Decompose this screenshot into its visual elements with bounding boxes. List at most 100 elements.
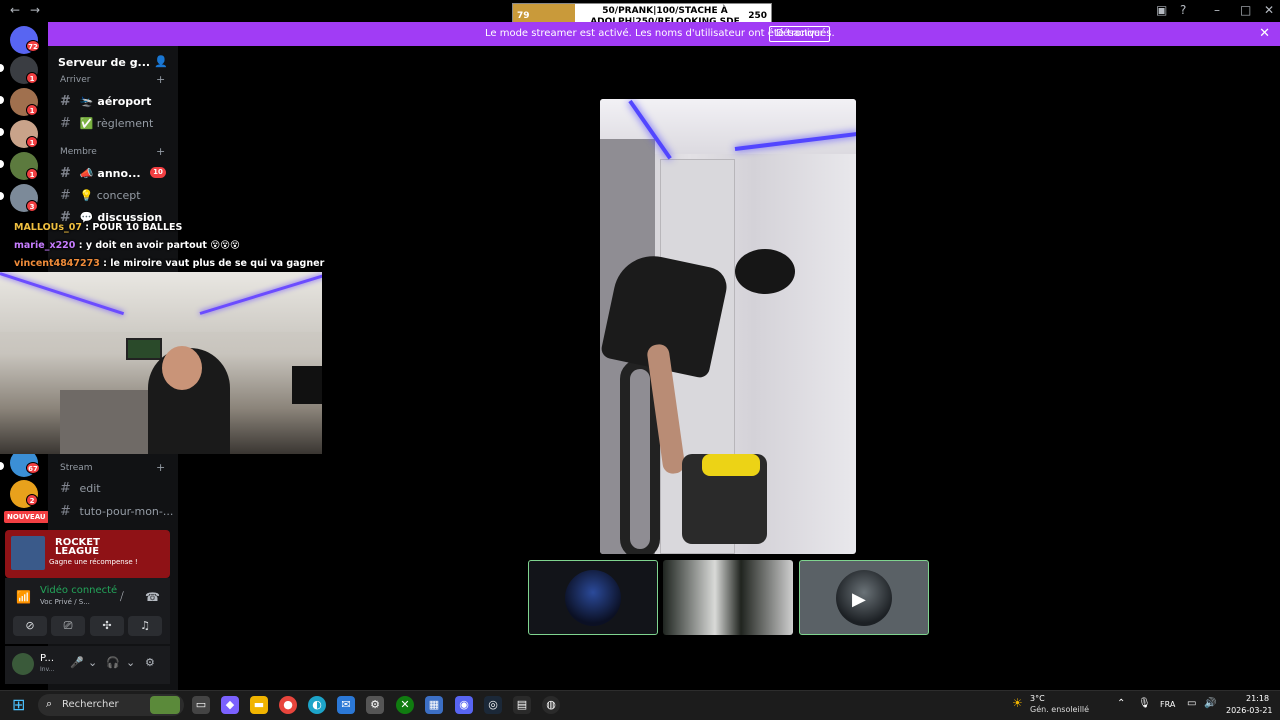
monitor-icon[interactable]: ▭ (1187, 698, 1196, 709)
hash-icon: # (60, 116, 71, 131)
disconnect-icon[interactable]: ☎ (145, 590, 160, 604)
clock-date[interactable]: 2026-03-21 (1226, 706, 1273, 715)
chevron-up-icon[interactable]: ⌃ (1117, 698, 1125, 709)
hash-icon: # (60, 166, 71, 181)
server-badge: 1 (26, 136, 38, 148)
copilot-icon[interactable]: ◆ (221, 696, 239, 714)
obs-icon[interactable]: ◍ (542, 696, 560, 714)
weather-icon[interactable]: ☀ (1012, 696, 1023, 710)
channel-edit[interactable]: # edit (60, 481, 101, 496)
settings-icon[interactable]: ⚙ (366, 696, 384, 714)
server-badge: 1 (26, 104, 38, 116)
user-name[interactable]: P... (40, 653, 54, 664)
store-icon[interactable]: ▦ (425, 696, 443, 714)
server-badge: 67 (26, 462, 40, 474)
category-arriver[interactable]: Arriver (60, 75, 90, 85)
maximize-icon[interactable]: □ (1240, 3, 1251, 17)
channel-emoji: 💡 (79, 189, 94, 202)
app-icon[interactable]: ▤ (513, 696, 531, 714)
channel-emoji: 📣 (79, 167, 94, 180)
language-indicator[interactable]: FRA (1160, 700, 1175, 709)
server-badge: 1 (26, 72, 38, 84)
edge-icon[interactable]: ◐ (308, 696, 326, 714)
close-banner-icon[interactable]: ✕ (1259, 26, 1270, 41)
close-window-icon[interactable]: ✕ (1264, 3, 1274, 17)
hash-icon: # (60, 188, 71, 203)
weather-description: Gén. ensoleillé (1030, 705, 1090, 714)
file-explorer-icon[interactable]: ▬ (250, 696, 268, 714)
microphone-icon[interactable]: 🎤 (70, 656, 84, 669)
signal-icon[interactable]: 📶 (16, 590, 31, 604)
noise-suppression-icon[interactable]: ⧸ (120, 590, 124, 604)
task-view-icon[interactable]: ▭ (192, 696, 210, 714)
add-channel-icon[interactable]: + (156, 73, 165, 86)
weather-temperature[interactable]: 3°C (1030, 694, 1045, 703)
channel-name: tuto-pour-mon-... (79, 505, 174, 518)
mail-icon[interactable]: ✉ (337, 696, 355, 714)
server-badge: 3 (26, 200, 38, 212)
add-channel-icon[interactable]: + (156, 145, 165, 158)
channel-name: edit (79, 482, 101, 495)
discord-icon[interactable]: ◉ (455, 696, 473, 714)
minimize-icon[interactable]: – (1214, 3, 1220, 17)
microphone-icon[interactable]: 🎙 (1138, 698, 1151, 709)
streamer-webcam (0, 272, 322, 454)
avatar[interactable] (12, 653, 34, 675)
participant-video-tile[interactable] (663, 560, 793, 635)
search-label: Rechercher (62, 699, 119, 710)
steam-icon[interactable]: ◎ (484, 696, 502, 714)
back-arrow-icon[interactable]: ← (10, 3, 20, 17)
hash-icon: # (60, 481, 71, 496)
camera-toggle-button[interactable]: ⊘ (13, 616, 47, 636)
volume-icon[interactable]: 🔊 (1204, 698, 1216, 709)
channel-annonces[interactable]: # 📣 anno... (60, 166, 141, 181)
main-video-stream[interactable] (600, 99, 856, 554)
chevron-down-icon[interactable]: ⌄ (126, 656, 135, 669)
participant-tile[interactable]: ▶ (799, 560, 929, 635)
voice-channel[interactable]: Voc Privé / S... (40, 598, 90, 606)
channel-name: anno... (97, 167, 141, 180)
gear-icon[interactable]: ⚙ (145, 656, 155, 669)
headphones-icon[interactable]: 🎧 (106, 656, 120, 669)
participant-tile[interactable] (528, 560, 658, 635)
xbox-icon[interactable]: ✕ (396, 696, 414, 714)
channel-reglement[interactable]: # ✅ règlement (60, 116, 153, 131)
add-channel-icon[interactable]: + (156, 461, 165, 474)
channel-emoji: 🛬 (79, 95, 94, 108)
promo-card[interactable]: ROCKET LEAGUE Gagne une récompense ! (5, 530, 170, 578)
help-icon[interactable]: ? (1180, 3, 1186, 17)
goal-target-value: 250 (748, 11, 767, 21)
inbox-icon[interactable]: ▣ (1156, 3, 1167, 17)
windows-start-icon[interactable]: ⊞ (12, 695, 25, 714)
chrome-icon[interactable]: ● (279, 696, 297, 714)
chat-text: : POUR 10 BALLES (82, 222, 183, 233)
channel-tuto[interactable]: # tuto-pour-mon-... (60, 504, 173, 519)
user-status: Inv... (40, 666, 55, 673)
chevron-down-icon[interactable]: ⌄ (131, 55, 139, 66)
activities-button[interactable]: ✣ (90, 616, 124, 636)
chat-message: vincent4847273 : le miroire vaut plus de… (14, 258, 324, 269)
goal-text-line1: 50/PRANK|100/STACHE À (602, 6, 728, 16)
clock-time[interactable]: 21:18 (1246, 694, 1269, 703)
soundboard-button[interactable]: ♫ (128, 616, 162, 636)
channel-concept[interactable]: # 💡 concept (60, 188, 141, 203)
invite-people-icon[interactable]: 👤 (154, 55, 168, 68)
category-membre[interactable]: Membre (60, 147, 97, 157)
disable-streamer-mode-button[interactable]: Désactiver (769, 26, 831, 42)
avatar (565, 570, 621, 626)
mention-badge: 10 (150, 167, 166, 178)
new-badge: NOUVEAU (4, 511, 49, 523)
chat-message: marie_x220 : y doit en avoir partout 😵😵😵 (14, 240, 240, 251)
channel-aeroport[interactable]: # 🛬 aéroport (60, 94, 151, 109)
voice-status: Vidéo connecté (40, 585, 118, 596)
screen-share-button[interactable]: ⎚ (51, 616, 85, 636)
chat-username: vincent4847273 (14, 258, 100, 269)
channel-name: règlement (96, 117, 154, 130)
channel-name: aéroport (97, 95, 152, 108)
chevron-down-icon[interactable]: ⌄ (88, 656, 97, 669)
promo-image (11, 536, 45, 570)
chat-username: marie_x220 (14, 240, 76, 251)
category-stream[interactable]: Stream (60, 463, 93, 473)
forward-arrow-icon[interactable]: → (30, 3, 40, 17)
chat-text: : le miroire vaut plus de se qui va gagn… (99, 258, 325, 269)
